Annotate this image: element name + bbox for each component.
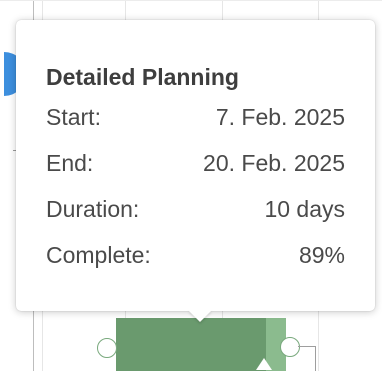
dependency-connector bbox=[298, 346, 316, 371]
tooltip-value-complete: 89% bbox=[298, 241, 345, 268]
task-start-handle[interactable] bbox=[97, 338, 117, 358]
tooltip-value-duration: 10 days bbox=[264, 195, 345, 222]
tooltip-label-duration: Duration: bbox=[46, 195, 140, 222]
grid-row-line bbox=[0, 0, 382, 1]
task-bar-progress bbox=[116, 318, 268, 371]
tooltip-row-end: End: 20. Feb. 2025 bbox=[46, 140, 345, 186]
tooltip-title: Detailed Planning bbox=[46, 64, 239, 90]
progress-drag-arrow[interactable] bbox=[256, 358, 272, 370]
tooltip-row-start: Start: 7. Feb. 2025 bbox=[46, 94, 345, 140]
tooltip-row-duration: Duration: 10 days bbox=[46, 186, 345, 232]
tooltip-value-start: 7. Feb. 2025 bbox=[215, 103, 345, 130]
tooltip-label-complete: Complete: bbox=[46, 241, 151, 268]
task-tooltip: Detailed Planning Start: 7. Feb. 2025 En… bbox=[16, 20, 375, 311]
gantt-canvas: Detailed Planning Start: 7. Feb. 2025 En… bbox=[0, 0, 382, 371]
tooltip-value-end: 20. Feb. 2025 bbox=[203, 149, 345, 176]
tooltip-label-start: Start: bbox=[46, 103, 101, 130]
task-end-handle[interactable] bbox=[280, 337, 300, 357]
tooltip-label-end: End: bbox=[46, 149, 94, 176]
tooltip-row-complete: Complete: 89% bbox=[46, 232, 345, 278]
